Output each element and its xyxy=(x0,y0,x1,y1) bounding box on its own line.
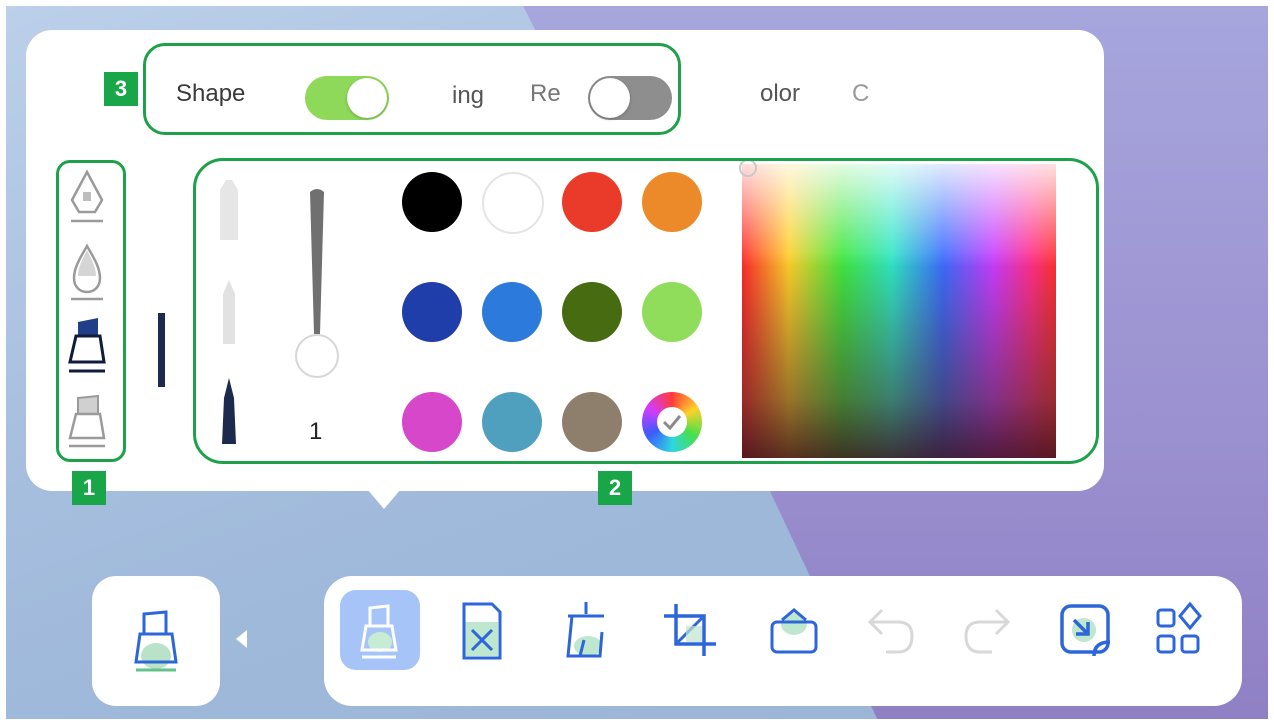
option-5-label: C xyxy=(852,80,870,107)
pen-types-badge: 1 xyxy=(72,471,106,505)
crop-button[interactable] xyxy=(650,590,730,670)
option-4-label: olor xyxy=(760,80,801,107)
current-stroke-preview xyxy=(158,313,165,387)
current-pen-icon xyxy=(134,610,178,672)
frame-right xyxy=(1268,0,1274,725)
redo-button[interactable] xyxy=(948,590,1028,670)
shape-button[interactable] xyxy=(754,590,834,670)
options-callout xyxy=(143,43,681,135)
pen-types-callout xyxy=(56,160,126,462)
shape-icon xyxy=(770,608,818,654)
eraser-button[interactable] xyxy=(442,590,522,670)
clear-button[interactable] xyxy=(546,590,626,670)
minimize-icon xyxy=(1060,604,1111,657)
current-tool-bubble[interactable] xyxy=(92,576,220,706)
more-apps-button[interactable] xyxy=(1140,590,1220,670)
frame-bottom xyxy=(0,719,1274,725)
undo-button[interactable] xyxy=(850,590,930,670)
minimize-button[interactable] xyxy=(1044,590,1124,670)
undo-icon xyxy=(867,608,914,654)
pen-tool-icon xyxy=(360,604,398,659)
color-panel-badge: 2 xyxy=(598,471,632,505)
eraser-icon xyxy=(462,602,502,660)
frame-left xyxy=(0,0,6,725)
crop-icon xyxy=(664,604,716,656)
color-panel-callout xyxy=(193,158,1099,464)
expand-arrow-icon[interactable] xyxy=(236,630,247,648)
pen-tool-button[interactable] xyxy=(340,590,420,670)
frame-top xyxy=(0,0,1274,6)
panel-caret xyxy=(367,489,401,509)
redo-icon xyxy=(964,608,1011,654)
more-apps-icon xyxy=(1156,601,1202,654)
clear-icon xyxy=(566,602,604,658)
options-badge: 3 xyxy=(104,72,138,106)
